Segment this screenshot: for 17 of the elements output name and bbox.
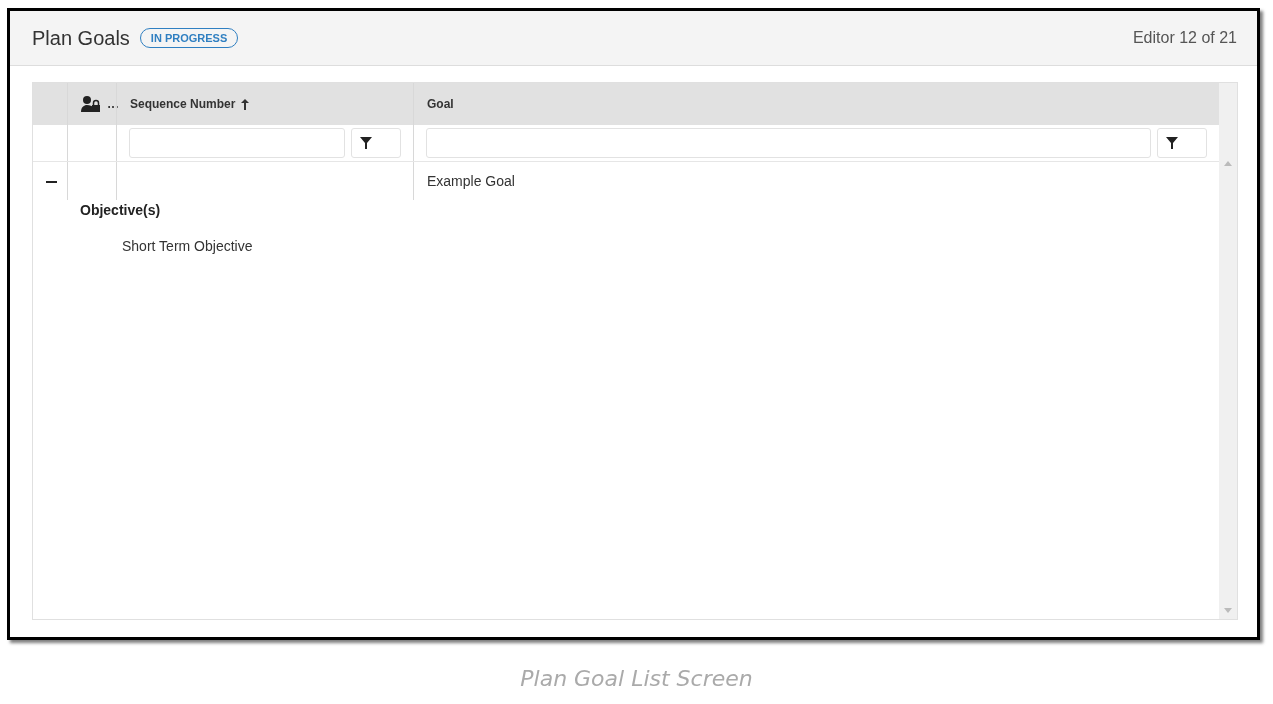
panel-title: Plan Goals [32,26,130,50]
figure-caption: Plan Goal List Screen [519,666,754,691]
filter-icon [1166,137,1178,149]
filter-button[interactable] [1157,128,1207,158]
filter-button[interactable] [351,128,401,158]
scroll-down-icon[interactable] [1224,608,1232,613]
detail-heading: Objective(s) [80,202,162,218]
column-header[interactable]: Goal [427,97,454,111]
user-lock-icon [81,96,101,112]
filter-icon [360,137,372,149]
filter-field[interactable] [129,128,345,158]
column-header[interactable]: Sequence Number [130,97,236,111]
goal-cell: Example Goal [427,173,515,189]
objective-item[interactable]: Short Term Objective [122,238,1219,254]
editor-counter: Editor 12 of 21 [1132,29,1237,47]
scroll-up-icon[interactable] [1224,161,1232,166]
filter-field[interactable] [426,128,1151,158]
